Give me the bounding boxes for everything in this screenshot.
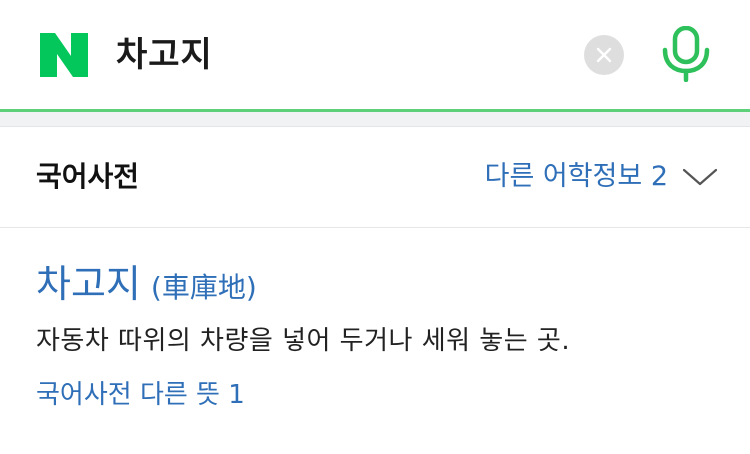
- headword-link[interactable]: 차고지: [36, 255, 141, 313]
- search-bar: 차고지: [0, 0, 750, 110]
- dictionary-entry: 차고지 (車庫地) 자동차 따위의 차량을 넣어 두거나 세워 놓는 곳. 국어…: [36, 255, 726, 415]
- dictionary-section-header: 국어사전 다른 어학정보 2: [0, 127, 750, 228]
- voice-search-button[interactable]: [660, 25, 712, 83]
- naver-logo-icon: [40, 33, 88, 77]
- chevron-down-icon: [682, 168, 718, 186]
- clear-search-button[interactable]: [584, 35, 624, 75]
- close-icon: [596, 47, 612, 63]
- other-language-info-toggle[interactable]: 다른 어학정보 2: [485, 157, 718, 197]
- section-title: 국어사전: [36, 160, 140, 193]
- search-query[interactable]: 차고지: [116, 30, 213, 80]
- entry-definition: 자동차 따위의 차량을 넣어 두거나 세워 놓는 곳.: [36, 326, 571, 356]
- headword-hanja: (車庫地): [150, 271, 257, 304]
- microphone-icon: [662, 25, 710, 83]
- naver-logo[interactable]: [40, 33, 88, 77]
- headword-row: 차고지 (車庫地): [36, 255, 726, 313]
- other-info-label: 다른 어학정보 2: [484, 161, 668, 192]
- other-meanings-link[interactable]: 국어사전 다른 뜻 1: [36, 375, 726, 415]
- section-gap: [0, 112, 750, 127]
